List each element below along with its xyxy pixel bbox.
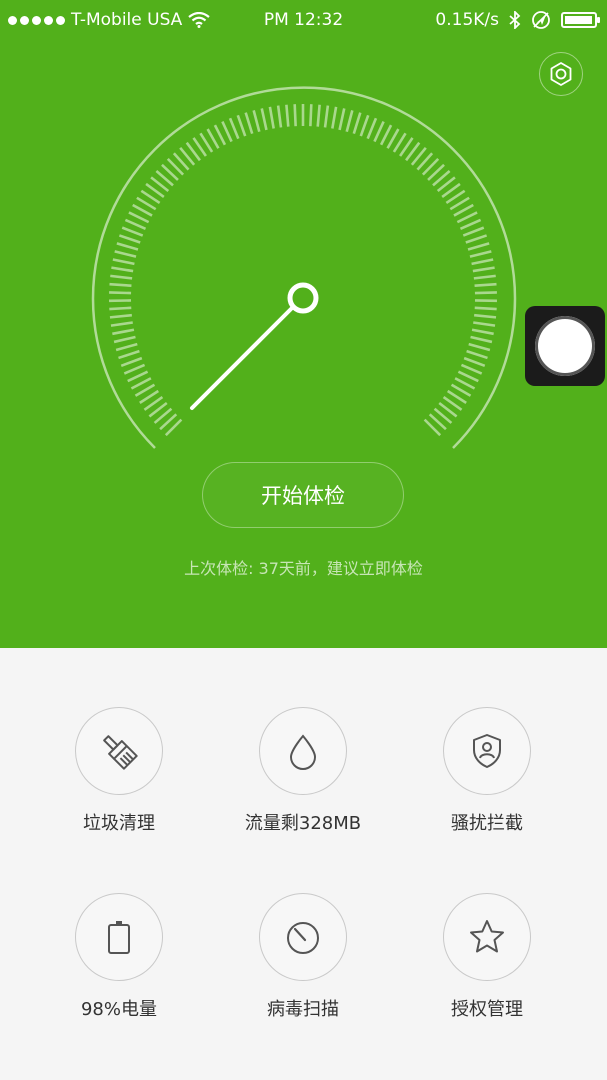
gauge-tick — [123, 363, 146, 375]
gauge-tick — [472, 266, 495, 273]
gauge-tick — [127, 370, 149, 383]
gauge-tick — [110, 321, 133, 327]
gauge-tick — [474, 291, 497, 295]
gauge-tick — [252, 110, 261, 132]
gauge-tick — [285, 104, 290, 127]
gauge-tick — [309, 104, 313, 127]
gauge-tick — [457, 370, 479, 383]
gauge-tick — [128, 211, 150, 224]
tool-icon-circle — [75, 893, 163, 981]
gauge-tick — [130, 377, 152, 390]
tool-battery[interactable]: 98%电量 — [29, 893, 209, 1021]
droplet-icon — [289, 734, 317, 770]
tool-harassment-block[interactable]: 骚扰拦截 — [397, 707, 577, 835]
tool-icon-circle — [259, 707, 347, 795]
gauge-tick — [116, 242, 139, 251]
gauge-dial — [91, 86, 517, 449]
gauge-tick — [471, 328, 494, 336]
tool-junk-cleanup[interactable]: 垃圾清理 — [29, 707, 209, 835]
tool-label: 98%电量 — [80, 999, 157, 1020]
gauge-tick — [462, 226, 485, 237]
tool-icon-circle — [75, 707, 163, 795]
gauge-tick — [110, 274, 133, 280]
gauge-tick — [473, 274, 496, 280]
gauge-tick — [454, 377, 476, 390]
gauge-tick — [474, 282, 497, 288]
gauge-tick — [456, 211, 478, 224]
gauge-tick — [466, 349, 488, 360]
battery-icon — [108, 921, 130, 954]
gauge-ticks — [109, 104, 497, 437]
tool-icon-circle — [443, 707, 531, 795]
gauge-tick — [293, 104, 297, 127]
assistive-touch-button[interactable] — [525, 306, 605, 386]
gauge-tick — [359, 114, 370, 137]
tool-label: 授权管理 — [451, 999, 523, 1020]
last-check-text: 上次体检: 37天前，建议立即体检 — [184, 559, 423, 578]
tool-label: 流量剩328MB — [244, 813, 362, 834]
gauge-tick — [221, 120, 233, 143]
tool-label: 骚扰拦截 — [451, 813, 523, 834]
tool-virus-scan[interactable]: 病毒扫描 — [213, 893, 393, 1021]
gauge-tick — [474, 313, 497, 319]
gauge-tick — [470, 335, 493, 344]
tool-data-usage[interactable]: 流量剩328MB — [213, 707, 393, 835]
star-icon — [470, 920, 504, 953]
gauge-tick — [115, 342, 138, 352]
gauge-tick — [471, 258, 494, 266]
gauge-tick — [111, 266, 134, 273]
gauge-tick — [268, 106, 275, 129]
tool-icon-circle — [259, 893, 347, 981]
gauge-tick — [463, 356, 486, 368]
gauge-tick — [244, 112, 254, 135]
gauge-tick — [467, 242, 490, 251]
gauge-tick — [112, 328, 135, 336]
gauge-tick — [473, 321, 496, 327]
gauge-tick — [276, 105, 283, 128]
tool-label: 病毒扫描 — [267, 999, 339, 1020]
gauge-tick — [366, 117, 378, 140]
gauge-tick — [460, 363, 483, 375]
gauge-tick — [468, 342, 491, 352]
broom-icon — [103, 735, 138, 770]
gauge-tick — [338, 108, 346, 131]
gauge-tick — [228, 117, 240, 140]
hero-panel: T-Mobile USA PM 12:32 0.15K/s 开始体检 上次体检:… — [0, 0, 607, 648]
gauge-tick — [109, 313, 132, 319]
gauge-tick — [109, 306, 132, 311]
gauge-tick — [469, 250, 492, 258]
gauge-needle-hub — [287, 282, 319, 314]
gauge-tick — [236, 114, 247, 137]
gauge-tick — [474, 306, 497, 311]
tool-label: 垃圾清理 — [83, 813, 155, 834]
gauge-needle — [190, 303, 297, 410]
start-checkup-button[interactable]: 开始体检 — [202, 462, 404, 528]
gauge-tick — [109, 282, 132, 288]
gauge-tick — [213, 124, 227, 146]
tool-icon-circle — [443, 893, 531, 981]
gauge-tick — [118, 349, 140, 360]
gauge-tick — [331, 106, 338, 129]
gauge-tick — [345, 110, 354, 132]
gauge-tick — [352, 112, 362, 135]
gauge-tick — [120, 356, 143, 368]
gauge-tick — [465, 234, 488, 244]
gauge-tick — [260, 108, 268, 131]
gauge-tick — [459, 218, 482, 230]
gauge-tick — [124, 218, 147, 230]
gauge-tick — [121, 226, 144, 237]
shield-user-icon — [473, 734, 501, 768]
gauge-tick — [323, 105, 330, 128]
gauge-tick — [114, 250, 137, 258]
gauge-tick — [379, 124, 393, 146]
gauge-tick — [112, 258, 135, 266]
gauge-tick — [109, 291, 132, 295]
scan-dial-icon — [287, 922, 319, 954]
tool-permission-manager[interactable]: 授权管理 — [397, 893, 577, 1021]
gauge-tick — [113, 335, 136, 344]
gauge-tick — [118, 234, 141, 244]
assistive-touch-circle — [535, 316, 595, 376]
gauge-tick — [316, 104, 321, 127]
gauge-tick — [373, 120, 385, 143]
